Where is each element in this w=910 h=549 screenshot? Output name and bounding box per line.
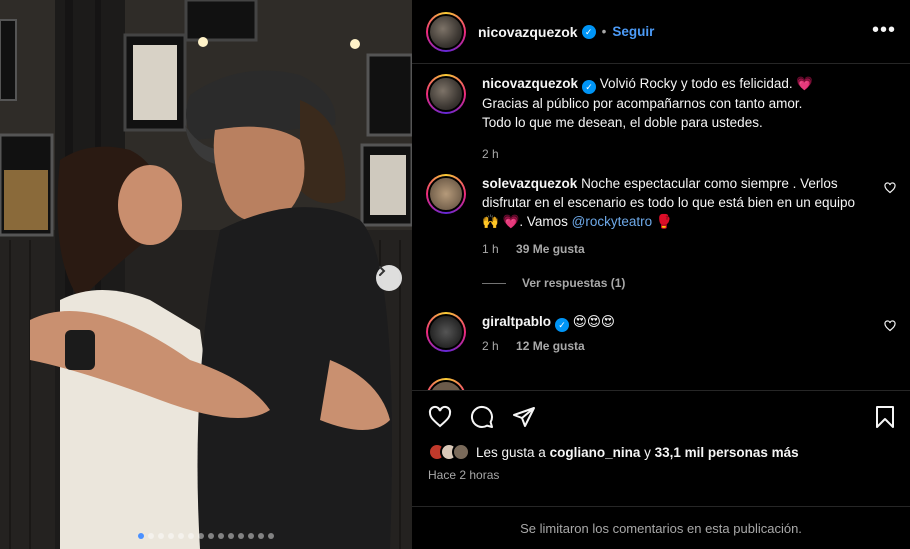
carousel-dot [188, 533, 194, 539]
comment-username[interactable]: solevazquezok [482, 176, 577, 191]
like-button[interactable] [428, 405, 452, 432]
comment-time[interactable]: 1 h [482, 242, 499, 256]
carousel-dot [258, 533, 264, 539]
comment-username[interactable]: giraltpablo [482, 314, 551, 329]
comment-item-partial [426, 378, 900, 390]
photo-illustration [0, 0, 412, 549]
mention-link[interactable]: @rockyteatro [572, 214, 652, 229]
verified-icon: ✓ [555, 318, 570, 332]
carousel-dot [218, 533, 224, 539]
carousel-dot [158, 533, 164, 539]
caption-avatar[interactable] [426, 74, 466, 114]
author-username[interactable]: nicovazquezok [478, 24, 578, 40]
likes-prefix: Les gusta a [476, 444, 550, 460]
heart-icon[interactable] [884, 182, 896, 197]
carousel-dot [178, 533, 184, 539]
commenter-avatar[interactable] [426, 378, 466, 390]
comment-time[interactable]: 2 h [482, 339, 499, 353]
save-button[interactable] [874, 405, 896, 432]
likes-count[interactable]: 33,1 mil personas más [655, 445, 799, 460]
caption: nicovazquezok ✓ Volvió Rocky y todo es fe… [426, 74, 900, 164]
separator-dot: • [601, 24, 607, 39]
comments-list[interactable]: nicovazquezok ✓ Volvió Rocky y todo es fe… [412, 64, 910, 390]
liker-username[interactable]: cogliano_nina [550, 445, 641, 460]
carousel-dot [228, 533, 234, 539]
chevron-right-icon [379, 266, 386, 276]
instagram-post-modal: nicovazquezok ✓ • Seguir ••• nicovazquez… [0, 0, 910, 549]
comment-item: giraltpablo ✓ 😍😍😍 2 h 12 Me gusta [426, 312, 900, 356]
commenter-avatar[interactable] [426, 174, 466, 214]
caption-text-line2: Gracias al público por acompañarnos con … [482, 96, 803, 111]
share-button[interactable] [512, 405, 536, 432]
likes-summary[interactable]: Les gusta a cogliano_nina y 33,1 mil per… [428, 443, 799, 461]
caption-text-line1: Volvió Rocky y todo es felicidad. 💗 [599, 76, 814, 91]
verified-icon: ✓ [581, 24, 596, 39]
liker-avatar [452, 443, 470, 461]
heart-icon [428, 405, 452, 428]
carousel-dots [0, 533, 412, 539]
comment-likes[interactable]: 39 Me gusta [516, 242, 585, 256]
carousel-dot [208, 533, 214, 539]
view-replies-button[interactable]: Ver respuestas (1) [482, 276, 625, 290]
comment-button[interactable] [470, 405, 494, 432]
more-icon[interactable]: ••• [872, 20, 896, 40]
likes-conj: y [640, 444, 655, 460]
post-photo[interactable] [0, 0, 412, 549]
carousel-next-button[interactable] [376, 265, 402, 291]
comment-text-end: 🥊 [652, 214, 673, 229]
comment-item: solevazquezok Noche espectacular como si… [426, 174, 900, 259]
carousel-dot [268, 533, 274, 539]
post-actions: Les gusta a cogliano_nina y 33,1 mil per… [412, 390, 910, 549]
caption-username[interactable]: nicovazquezok [482, 76, 578, 91]
comments-limited-notice: Se limitaron los comentarios en esta pub… [412, 506, 910, 549]
heart-icon[interactable] [884, 320, 896, 335]
carousel-dot [248, 533, 254, 539]
author-avatar[interactable] [426, 11, 466, 52]
follow-button[interactable]: Seguir [612, 24, 654, 39]
caption-text-line3: Todo lo que me desean, el doble para ust… [482, 115, 763, 130]
divider [482, 282, 506, 284]
comment-text: 😍😍😍 [572, 314, 616, 329]
verified-icon: ✓ [582, 80, 597, 94]
carousel-dot [198, 533, 204, 539]
carousel-dot [148, 533, 154, 539]
commenter-avatar[interactable] [426, 312, 466, 352]
caption-time[interactable]: 2 h [482, 147, 499, 161]
post-header: nicovazquezok ✓ • Seguir ••• [412, 0, 910, 64]
carousel-dot [168, 533, 174, 539]
view-replies-label: Ver respuestas (1) [522, 276, 626, 290]
comment-icon [470, 405, 493, 428]
carousel-dot [238, 533, 244, 539]
comment-likes[interactable]: 12 Me gusta [516, 339, 585, 353]
bookmark-icon [876, 406, 894, 428]
post-sidebar: nicovazquezok ✓ • Seguir ••• nicovazquez… [412, 0, 910, 549]
carousel-dot [138, 533, 144, 539]
post-timestamp[interactable]: Hace 2 horas [428, 468, 499, 482]
share-icon [513, 407, 535, 427]
